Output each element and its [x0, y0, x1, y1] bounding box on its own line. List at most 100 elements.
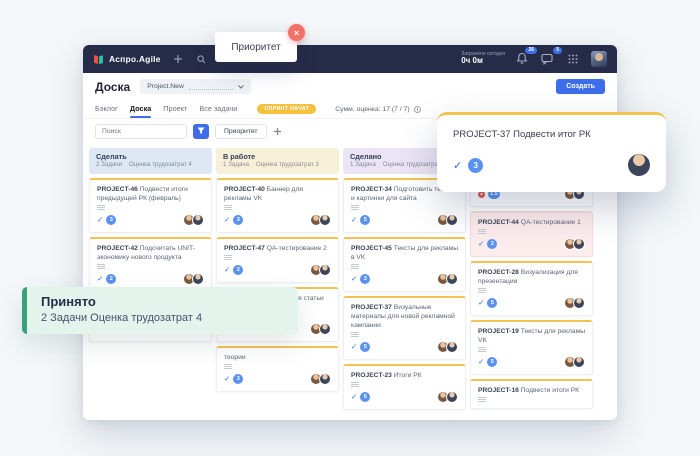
task-title: PROJECT-45 Тексты для рекламы в VK — [351, 244, 458, 262]
estimate-badge: 5 — [360, 342, 370, 352]
description-icon — [351, 382, 359, 387]
assignee-avatars — [437, 214, 458, 226]
task-card-project-45[interactable]: PROJECT-45 Тексты для рекламы в VK✓3 — [343, 237, 466, 292]
avatar — [446, 341, 458, 353]
assignee-avatar — [628, 154, 650, 176]
logo-text: Аспро.Agile — [109, 54, 161, 64]
description-icon — [351, 205, 359, 210]
column-task-count: 2 Задачи — [96, 161, 122, 169]
project-selector-value: Project.New — [147, 83, 184, 90]
assignee-avatars — [437, 273, 458, 285]
time-tracker-value: 0ч 0м — [461, 57, 505, 66]
task-card-project-44[interactable]: PROJECT-44 QA-тестирование 1✓2 — [470, 211, 593, 257]
task-title: PROJECT-44 QA-тестирование 1 — [478, 218, 585, 227]
close-icon[interactable]: × — [288, 24, 305, 41]
estimate-badge: 5 — [360, 392, 370, 402]
task-card-project-19[interactable]: PROJECT-19 Тексты для рекламы VK✓5 — [470, 320, 593, 375]
task-id: PROJECT-47 — [224, 245, 265, 252]
task-card-project-46[interactable]: PROJECT-46 Подвести итоги предыдущей РК … — [89, 178, 212, 233]
check-icon: ✓ — [351, 343, 357, 351]
task-id: PROJECT-42 — [97, 245, 138, 252]
board-search[interactable] — [95, 124, 187, 139]
assignee-avatars — [183, 214, 204, 226]
create-button[interactable]: Создать — [556, 79, 605, 94]
messages-button[interactable]: 5 — [541, 52, 555, 66]
task-card[interactable]: теории✓3 — [216, 346, 339, 392]
avatar — [319, 373, 331, 385]
task-title: PROJECT-40 Баннер для рекламы VK — [224, 185, 331, 203]
check-icon: ✓ — [351, 216, 357, 224]
funnel-icon — [197, 127, 205, 135]
page-header: Доска Project.New Создать — [83, 73, 617, 100]
task-id: PROJECT-28 — [478, 269, 519, 276]
task-card-project-37[interactable]: PROJECT-37 Визуальные материалы для ново… — [343, 296, 466, 360]
task-id: PROJECT-46 — [97, 186, 138, 193]
task-card-project-23[interactable]: PROJECT-23 Итоги РК✓5 — [343, 364, 466, 410]
project-selector-dots — [189, 84, 233, 90]
task-card-project-16[interactable]: PROJECT-16 Подвести итоги РК — [470, 379, 593, 409]
avatar — [319, 264, 331, 276]
task-title: теории — [224, 353, 331, 362]
assignee-avatars — [564, 238, 585, 250]
task-id: PROJECT-45 — [351, 245, 392, 252]
task-title: PROJECT-47 QA-тестирование 2 — [224, 244, 331, 253]
app-logo[interactable]: Аспро.Agile — [93, 54, 161, 65]
task-id: PROJECT-19 — [478, 328, 519, 335]
avatar — [446, 391, 458, 403]
floating-task-card[interactable]: PROJECT-37 Подвести итог РК ✓ 3 — [437, 112, 666, 192]
check-icon: ✓ — [478, 358, 484, 366]
tab-доска[interactable]: Доска — [130, 100, 151, 118]
tab-все-задачи[interactable]: Все задачи — [199, 100, 237, 118]
column-task-count: 1 Задача — [350, 161, 376, 169]
task-id: PROJECT-34 — [351, 186, 392, 193]
notifications-button[interactable]: 26 — [516, 52, 530, 66]
board-column-1: Сделать2 ЗадачиОценка трудозатрат 4PROJE… — [89, 148, 212, 420]
add-icon[interactable] — [171, 52, 185, 66]
tab-проект[interactable]: Проект — [163, 100, 187, 118]
column-header: В работе1 ЗадачаОценка трудозатрат 3 — [216, 148, 339, 174]
search-input[interactable] — [102, 128, 180, 135]
user-avatar[interactable] — [591, 51, 607, 67]
search-icon[interactable] — [195, 52, 209, 66]
board-column-2: В работе1 ЗадачаОценка трудозатрат 3 PROJ… — [216, 148, 339, 420]
plus-icon — [273, 127, 282, 136]
chevron-down-icon — [238, 85, 244, 89]
assignee-avatars — [183, 273, 204, 285]
assignee-avatars — [310, 323, 331, 335]
assignee-avatars — [437, 341, 458, 353]
check-icon: ✓ — [224, 216, 230, 224]
column-estimate: Оценка трудозатрат 3 — [256, 161, 319, 169]
check-icon: ✓ — [478, 240, 484, 248]
estimate-badge: 2 — [106, 274, 116, 284]
description-icon — [478, 229, 486, 234]
task-title: PROJECT-46 Подвести итоги предыдущей РК … — [97, 185, 204, 203]
task-card-project-40[interactable]: PROJECT-40 Баннер для рекламы VK ✓3 — [216, 178, 339, 233]
estimate-badge: 3 — [233, 215, 243, 225]
estimate-badge: 5 — [360, 215, 370, 225]
bell-icon — [516, 52, 528, 65]
info-icon[interactable] — [414, 106, 421, 113]
estimate-badge: 3 — [106, 215, 116, 225]
apps-grid-icon[interactable] — [566, 52, 580, 66]
logo-icon — [93, 54, 104, 65]
task-card-project-42[interactable]: PROJECT-42 Подсчитать UNIT-экономику нов… — [89, 237, 212, 292]
accepted-column-panel: Принято 2 Задачи Оценка трудозатрат 4 — [22, 287, 298, 334]
task-title: PROJECT-37 Визуальные материалы для ново… — [351, 303, 458, 330]
check-icon: ✓ — [453, 159, 462, 172]
estimate-badge: 3 — [468, 158, 483, 173]
project-selector[interactable]: Project.New — [140, 79, 251, 94]
assignee-avatars — [310, 214, 331, 226]
task-id: PROJECT-37 — [351, 304, 392, 311]
task-card-project-28[interactable]: PROJECT-28 Визуализация для презентации✓… — [470, 261, 593, 316]
task-title: PROJECT-16 Подвести итоги РК — [478, 386, 585, 395]
column-name: В работе — [223, 152, 332, 161]
task-card-project-47[interactable]: PROJECT-47 QA-тестирование 2✓2 — [216, 237, 339, 283]
add-filter-button[interactable] — [273, 127, 282, 136]
description-icon — [97, 264, 105, 269]
priority-filter-chip[interactable]: Приоритет — [215, 124, 267, 139]
tab-бэклог[interactable]: Бэклог — [95, 100, 118, 118]
task-id: PROJECT-40 — [224, 186, 265, 193]
filter-button[interactable] — [193, 124, 209, 139]
floating-task-title: PROJECT-37 Подвести итог РК — [453, 129, 650, 140]
avatar — [192, 214, 204, 226]
